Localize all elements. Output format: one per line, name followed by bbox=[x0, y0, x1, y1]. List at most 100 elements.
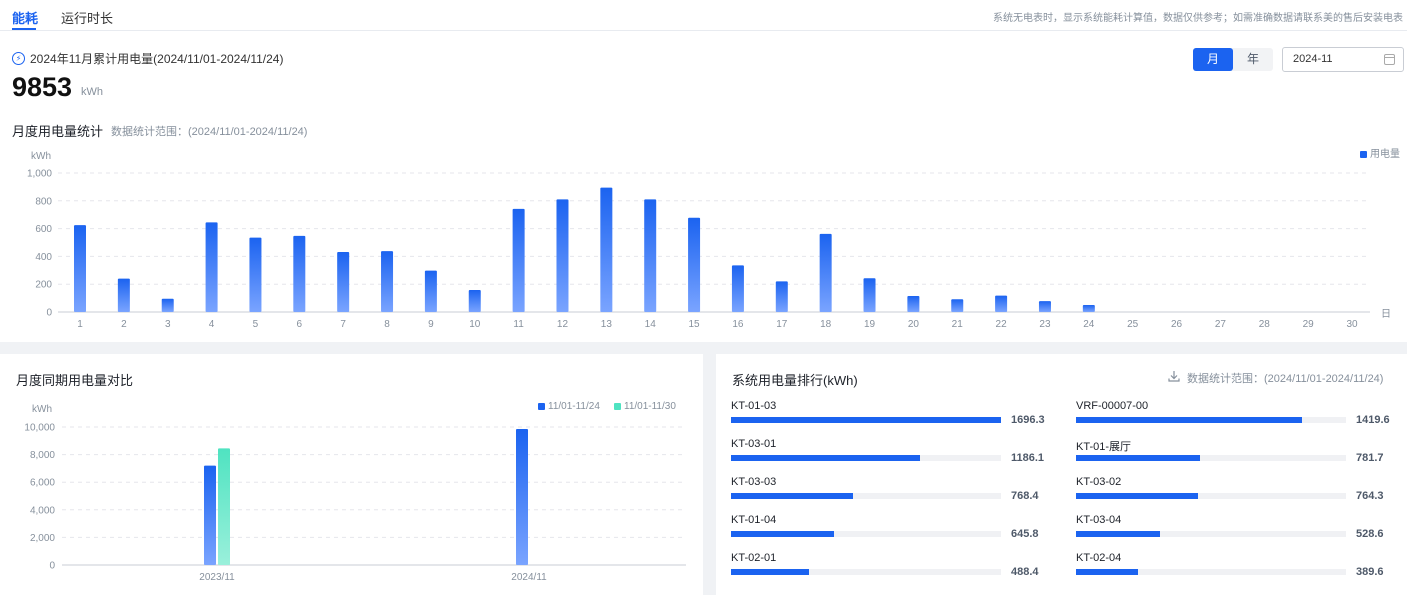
ranking-bar-fill bbox=[1076, 455, 1201, 461]
ranking-bar-track bbox=[731, 493, 1001, 499]
compare-bar bbox=[516, 429, 528, 565]
top-tab-bar: 能耗 运行时长 系统无电表时，显示系统能耗计算值，数据仅供参考；如需准确数据请联… bbox=[0, 0, 1407, 31]
daily-usage-bar bbox=[775, 281, 788, 312]
y-tick-label: 6,000 bbox=[30, 478, 55, 489]
x-tick-label: 24 bbox=[1083, 319, 1095, 330]
ranking-bar-track bbox=[731, 455, 1001, 461]
x-tick-label: 4 bbox=[209, 319, 215, 330]
ranking-bar-track bbox=[1076, 531, 1346, 537]
ranking-item-value: 528.6 bbox=[1356, 528, 1384, 540]
daily-usage-bar bbox=[907, 296, 920, 312]
x-tick-label: 13 bbox=[601, 319, 613, 330]
ranking-item-value: 764.3 bbox=[1356, 490, 1384, 502]
daily-usage-bar bbox=[293, 235, 306, 312]
ranking-range: 数据统计范围：(2024/11/01-2024/11/24) bbox=[1187, 373, 1384, 385]
x-tick-label: 22 bbox=[996, 319, 1008, 330]
summary-title-text: 2024年11月累计用电量(2024/11/01-2024/11/24) bbox=[30, 52, 284, 66]
daily-usage-bar bbox=[688, 217, 701, 312]
x-tick-label: 8 bbox=[384, 319, 390, 330]
daily-usage-bar bbox=[1082, 305, 1095, 312]
tab-energy[interactable]: 能耗 bbox=[12, 8, 38, 27]
ranking-bar-track bbox=[731, 417, 1001, 423]
x-tick-label: 29 bbox=[1303, 319, 1315, 330]
y-tick-label: 8,000 bbox=[30, 450, 55, 461]
ranking-bar-fill bbox=[731, 531, 834, 537]
ranking-item-name: KT-02-01 bbox=[731, 552, 777, 564]
year-toggle-button[interactable]: 年 bbox=[1233, 48, 1273, 71]
ranking-bar-fill bbox=[1076, 569, 1139, 575]
month-date-picker[interactable]: 2024-11 bbox=[1282, 47, 1404, 72]
monthly-usage-panel: ⚡ 2024年11月累计用电量(2024/11/01-2024/11/24) 9… bbox=[0, 31, 1407, 342]
ranking-item-name: KT-01-04 bbox=[731, 514, 777, 526]
ranking-bar-track bbox=[1076, 455, 1346, 461]
ranking-item-name: KT-02-04 bbox=[1076, 552, 1122, 564]
ranking-item-value: 1696.3 bbox=[1011, 414, 1045, 426]
x-tick-label: 11 bbox=[513, 319, 524, 330]
compare-bar bbox=[204, 465, 216, 565]
ranking-bar-track bbox=[1076, 569, 1346, 575]
data-disclaimer-note: 系统无电表时，显示系统能耗计算值，数据仅供参考；如需准确数据请联系美的售后安装电… bbox=[993, 13, 1403, 24]
calendar-icon[interactable] bbox=[1384, 54, 1395, 65]
x-tick-label: 15 bbox=[689, 319, 701, 330]
x-tick-label: 7 bbox=[340, 319, 346, 330]
x-tick-label: 2 bbox=[121, 319, 127, 330]
daily-usage-bar bbox=[512, 208, 525, 312]
date-picker-value: 2024-11 bbox=[1293, 53, 1333, 65]
y-tick-label: 0 bbox=[46, 308, 52, 319]
ranking-bar-fill bbox=[1076, 417, 1302, 423]
ranking-bar-track bbox=[1076, 493, 1346, 499]
ranking-item-value: 645.8 bbox=[1011, 528, 1039, 540]
y-tick-label: 1,000 bbox=[27, 169, 52, 180]
daily-usage-bar-chart: kWh02004006008001,0001 2 3 4 5 6 7 8 9 10 11 12 13 14… bbox=[27, 151, 1391, 330]
x-tick-label: 12 bbox=[557, 319, 569, 330]
month-toggle-button[interactable]: 月 bbox=[1193, 48, 1233, 71]
x-tick-label: 25 bbox=[1127, 319, 1139, 330]
daily-usage-bar bbox=[424, 270, 437, 312]
x-tick-label: 14 bbox=[645, 319, 657, 330]
x-tick-label: 2023/11 bbox=[199, 572, 235, 583]
compare-bar-chart: kWh 0 2,000 4,000 6,000 8,000 10,000 2023/11 202… bbox=[24, 404, 686, 583]
y-tick-label: 200 bbox=[35, 280, 52, 291]
ranking-bar-fill bbox=[731, 493, 854, 499]
daily-usage-bar bbox=[161, 298, 174, 312]
daily-usage-bar bbox=[556, 199, 569, 312]
ranking-item-name: KT-01-展厅 bbox=[1076, 441, 1132, 453]
ranking-bar-fill bbox=[731, 455, 920, 461]
x-tick-label: 3 bbox=[165, 319, 171, 330]
daily-usage-bar bbox=[644, 199, 657, 312]
daily-usage-bar bbox=[468, 290, 481, 312]
ranking-item-name: KT-03-04 bbox=[1076, 514, 1122, 526]
ranking-item-value: 768.4 bbox=[1011, 490, 1039, 502]
monthly-chart-range: 数据统计范围：(2024/11/01-2024/11/24) bbox=[111, 126, 308, 138]
x-tick-label: 9 bbox=[428, 319, 434, 330]
download-icon[interactable] bbox=[1168, 370, 1180, 382]
y-tick-label: 800 bbox=[35, 196, 52, 207]
x-tick-label: 20 bbox=[908, 319, 920, 330]
x-tick-label: 28 bbox=[1259, 319, 1271, 330]
daily-usage-bar bbox=[819, 233, 832, 312]
daily-usage-bar bbox=[249, 237, 262, 312]
daily-usage-bar bbox=[381, 251, 394, 312]
ranking-bar-track bbox=[731, 569, 1001, 575]
x-tick-label: 5 bbox=[253, 319, 259, 330]
ranking-bar-fill bbox=[731, 569, 809, 575]
ranking-item-value: 389.6 bbox=[1356, 566, 1384, 578]
x-tick-label: 18 bbox=[820, 319, 832, 330]
y-axis-unit: kWh bbox=[32, 404, 52, 415]
ranking-item-name: KT-01-03 bbox=[731, 400, 777, 412]
x-tick-label: 21 bbox=[952, 319, 964, 330]
period-toggle: 月 年 bbox=[1193, 48, 1273, 71]
y-tick-label: 10,000 bbox=[24, 423, 55, 434]
x-tick-label: 10 bbox=[469, 319, 481, 330]
ranking-title: 系统用电量排行(kWh) bbox=[732, 373, 858, 388]
daily-usage-bar bbox=[205, 222, 218, 312]
ranking-item-name: KT-03-02 bbox=[1076, 476, 1122, 488]
ranking-bar-fill bbox=[1076, 493, 1198, 499]
system-ranking-panel: 系统用电量排行(kWh) 数据统计范围：(2024/11/01-2024/11/… bbox=[716, 354, 1407, 595]
x-tick-label: 17 bbox=[776, 319, 788, 330]
ranking-bar-track bbox=[731, 531, 1001, 537]
summary-value: 9853 bbox=[12, 72, 73, 102]
y-tick-label: 0 bbox=[49, 561, 55, 572]
year-compare-panel: 月度同期用电量对比 11/01-11/24 11/01-11/30 kWh 0 2,… bbox=[0, 354, 703, 595]
tab-runtime[interactable]: 运行时长 bbox=[61, 8, 113, 27]
